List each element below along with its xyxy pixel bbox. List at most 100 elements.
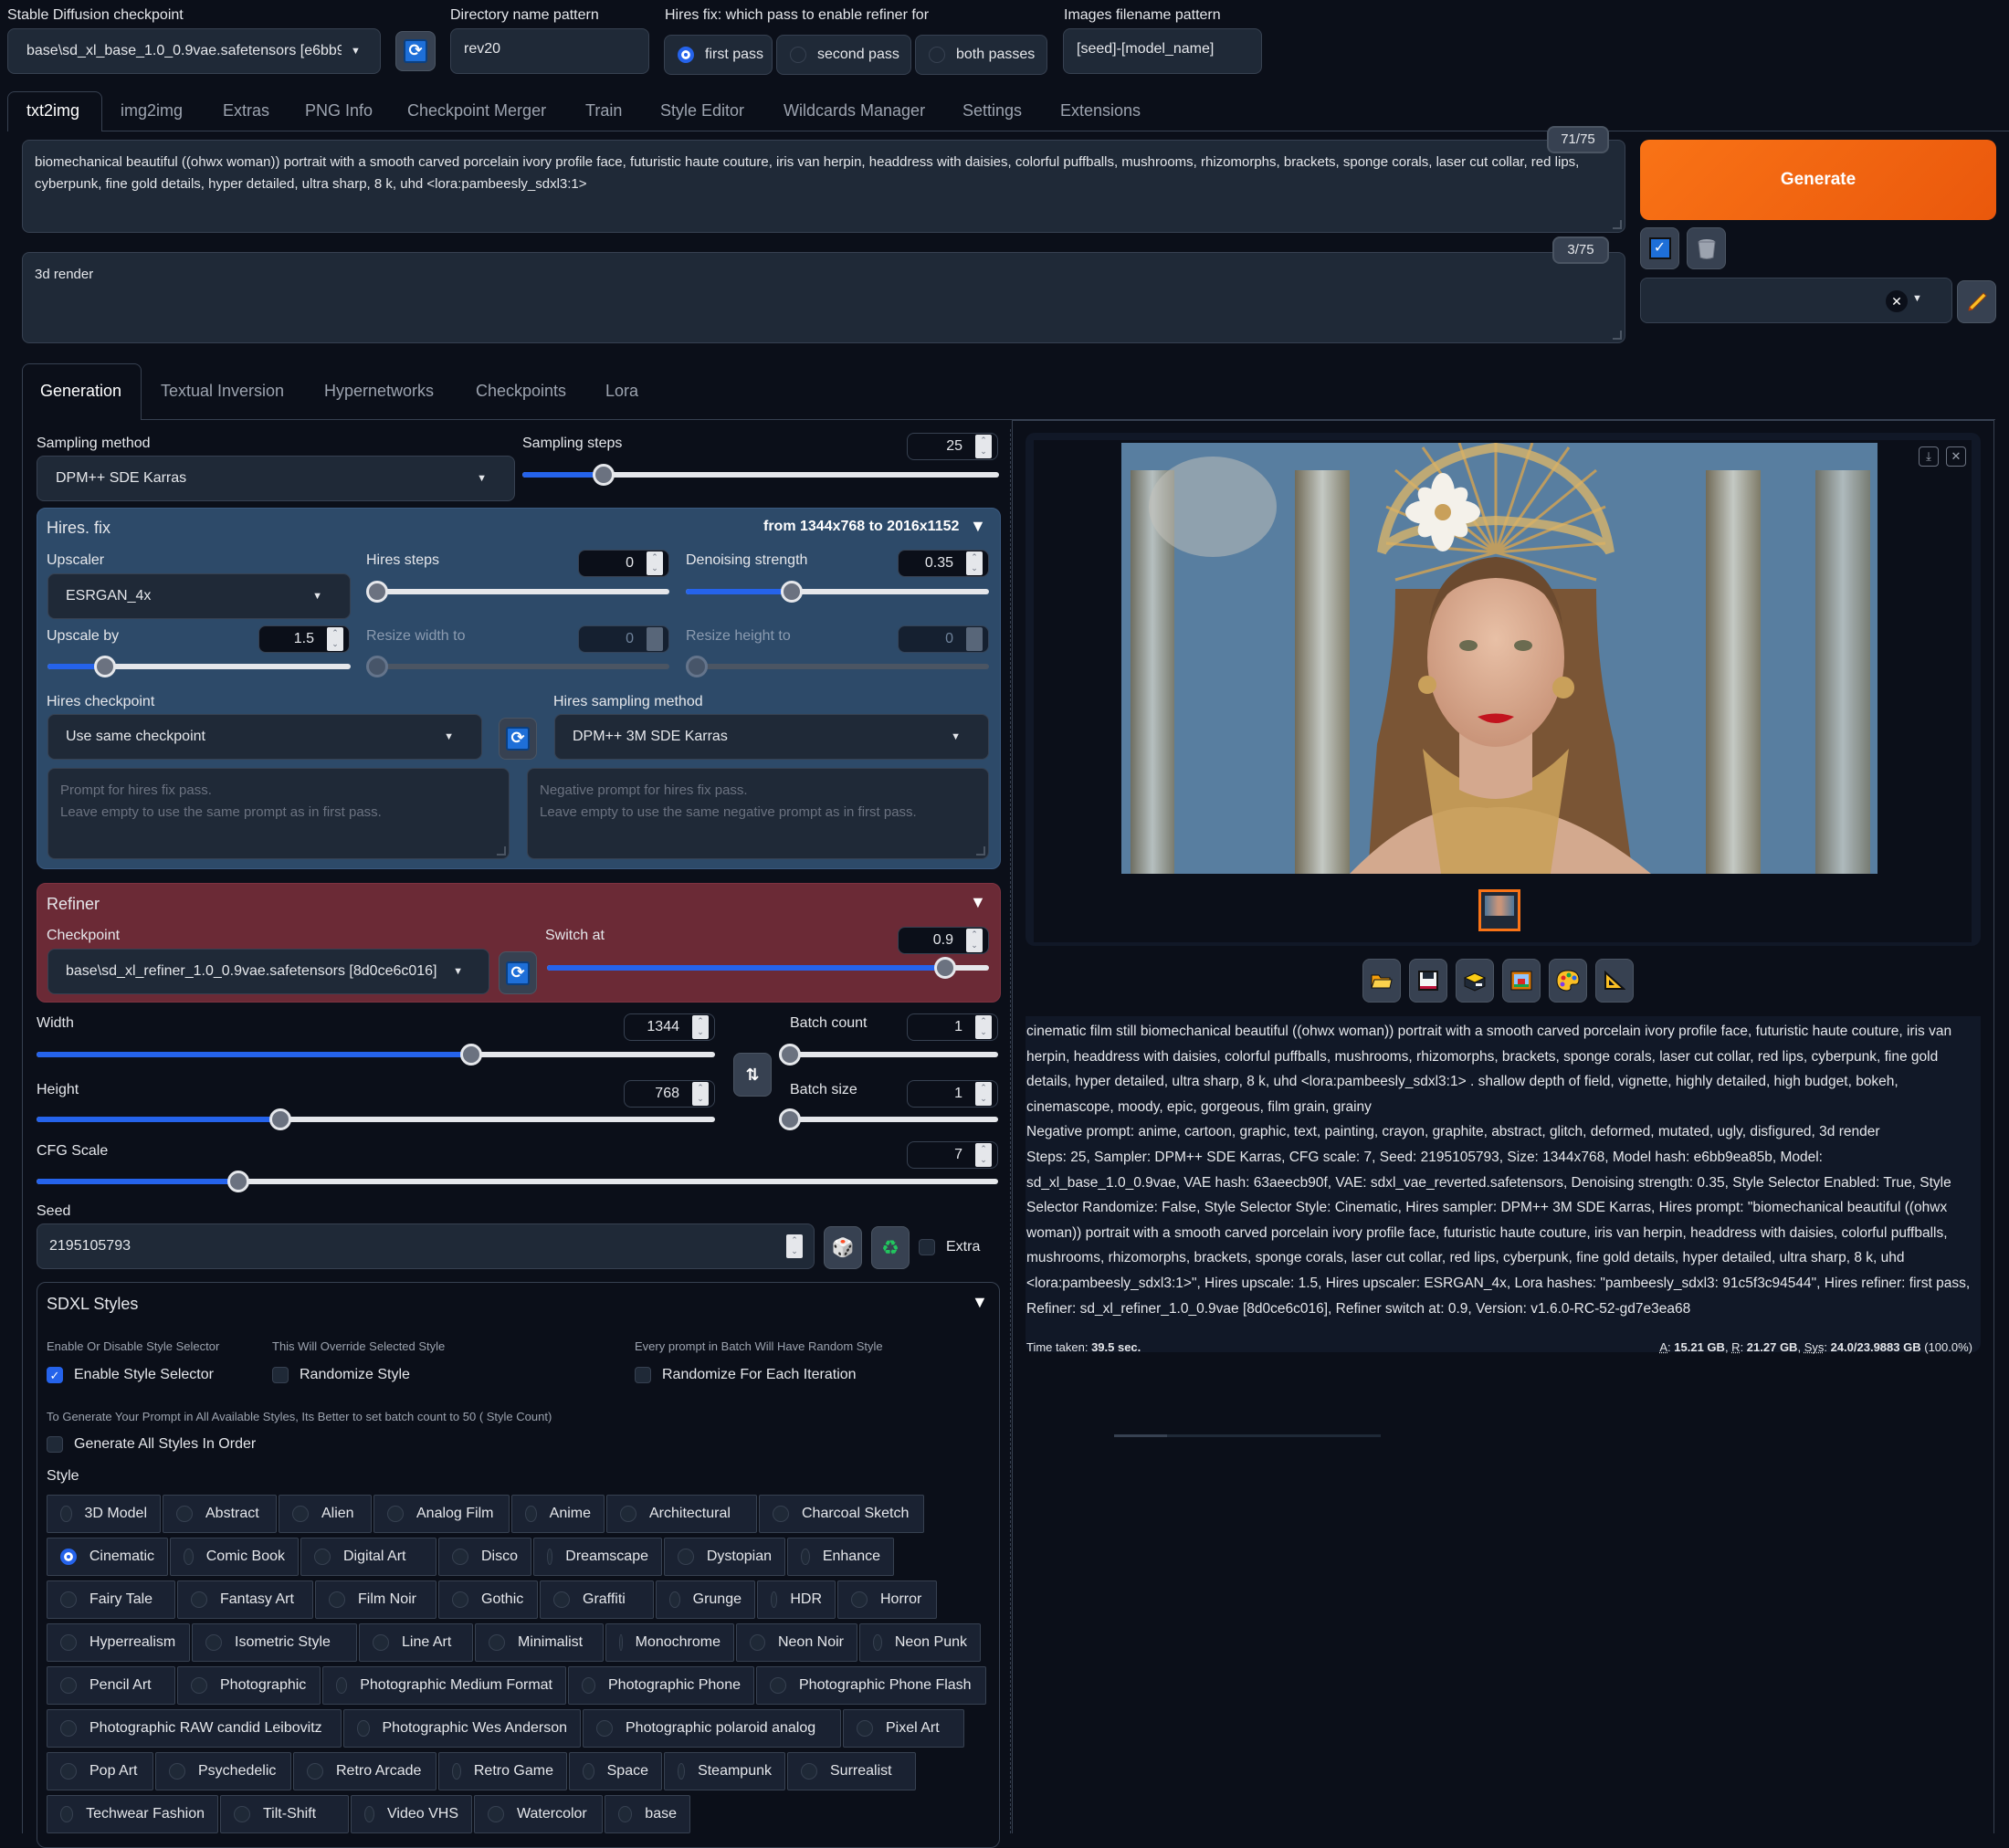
extra-seed-toggle[interactable]: Extra: [919, 1239, 980, 1255]
slider-thumb[interactable]: [933, 957, 956, 979]
sampling-method-dropdown[interactable]: DPM++ SDE Karras ▼: [37, 456, 515, 501]
style-option[interactable]: Photographic Phone: [568, 1666, 754, 1705]
spinner-icon[interactable]: ⌃ ⌄: [692, 1015, 709, 1039]
subtab-textual-inversion[interactable]: Textual Inversion: [161, 382, 284, 401]
randomize-each-checkbox[interactable]: Randomize For Each Iteration: [635, 1367, 857, 1383]
style-option[interactable]: Fairy Tale: [47, 1580, 175, 1619]
negative-prompt-textarea[interactable]: 3d render: [22, 252, 1625, 343]
style-option[interactable]: Watercolor: [474, 1795, 603, 1833]
style-option[interactable]: Digital Art: [300, 1538, 437, 1576]
upscale-by-input[interactable]: 1.5 ⌃ ⌄: [258, 625, 350, 653]
slider-thumb[interactable]: [94, 656, 117, 677]
style-option[interactable]: Photographic polaroid analog: [583, 1709, 841, 1748]
spinner-icon[interactable]: ⌃ ⌄: [647, 551, 663, 575]
close-icon[interactable]: ✕: [1946, 446, 1966, 467]
refiner-checkpoint-dropdown[interactable]: base\sd_xl_refiner_1.0_0.9vae.safetensor…: [47, 949, 489, 994]
tab-png-info[interactable]: PNG Info: [305, 101, 373, 121]
save-button[interactable]: [1409, 959, 1447, 1003]
refiner-pass-second[interactable]: second pass: [776, 35, 911, 75]
style-option[interactable]: Hyperrealism: [47, 1623, 190, 1662]
cfg-input[interactable]: 7 ⌃ ⌄: [907, 1141, 998, 1169]
spinner-icon[interactable]: ⌃ ⌄: [966, 551, 983, 575]
style-option[interactable]: Anime: [511, 1495, 605, 1533]
resize-handle[interactable]: [1613, 331, 1622, 340]
collapse-triangle-icon[interactable]: ▼: [970, 517, 986, 536]
send-to-extras-button[interactable]: [1595, 959, 1634, 1003]
subtab-lora[interactable]: Lora: [605, 382, 638, 401]
style-option[interactable]: Retro Arcade: [293, 1752, 437, 1790]
refresh-checkpoints-button[interactable]: ⟳: [395, 31, 436, 71]
generation-info[interactable]: cinematic film still biomechanical beaut…: [1026, 1019, 1978, 1321]
tab-settings[interactable]: Settings: [962, 101, 1022, 121]
cfg-slider[interactable]: [37, 1171, 998, 1192]
slider-thumb[interactable]: [779, 1044, 801, 1066]
resize-width-input[interactable]: 0 ⌃ ⌄: [578, 625, 669, 653]
randomize-style-checkbox[interactable]: Randomize Style: [272, 1367, 410, 1383]
tab-train[interactable]: Train: [585, 101, 622, 121]
batch-size-slider[interactable]: [779, 1108, 998, 1130]
send-to-img2img-button[interactable]: [1502, 959, 1541, 1003]
tab-extensions[interactable]: Extensions: [1060, 101, 1141, 121]
style-option[interactable]: Charcoal Sketch: [759, 1495, 924, 1533]
switch-at-slider[interactable]: [547, 957, 989, 979]
slider-thumb[interactable]: [227, 1171, 250, 1192]
subtab-checkpoints[interactable]: Checkpoints: [476, 382, 566, 401]
prompt-textarea[interactable]: biomechanical beautiful ((ohwx woman)) p…: [22, 140, 1625, 233]
style-option[interactable]: Alien: [279, 1495, 372, 1533]
reuse-seed-button[interactable]: ♻: [871, 1226, 910, 1269]
style-option[interactable]: Horror: [837, 1580, 937, 1619]
style-option[interactable]: Grunge: [656, 1580, 755, 1619]
tab-style-editor[interactable]: Style Editor: [660, 101, 744, 121]
style-option[interactable]: Comic Book: [170, 1538, 299, 1576]
style-option[interactable]: Photographic: [177, 1666, 321, 1705]
subtab-generation[interactable]: Generation: [40, 382, 121, 401]
width-input[interactable]: 1344 ⌃ ⌄: [624, 1013, 715, 1041]
hires-steps-input[interactable]: 0 ⌃ ⌄: [578, 550, 669, 577]
style-option[interactable]: Surrealist: [787, 1752, 916, 1790]
batch-count-input[interactable]: 1 ⌃ ⌄: [907, 1013, 998, 1041]
style-option[interactable]: Fantasy Art: [177, 1580, 313, 1619]
style-option[interactable]: Isometric Style: [192, 1623, 357, 1662]
resize-width-slider[interactable]: [366, 656, 669, 677]
style-option[interactable]: Photographic Phone Flash: [756, 1666, 986, 1705]
style-option[interactable]: Psychedelic: [155, 1752, 291, 1790]
upscale-by-slider[interactable]: [47, 656, 351, 677]
style-option[interactable]: Line Art: [359, 1623, 473, 1662]
slider-thumb[interactable]: [269, 1108, 292, 1130]
spinner-icon[interactable]: ⌃ ⌄: [692, 1082, 709, 1106]
style-option[interactable]: Dystopian: [664, 1538, 785, 1576]
spinner-icon[interactable]: ⌃ ⌄: [327, 627, 343, 651]
style-option[interactable]: Dreamscape: [533, 1538, 662, 1576]
sampling-steps-input[interactable]: 25 ⌃ ⌄: [907, 433, 998, 460]
swap-dimensions-button[interactable]: ⇅: [733, 1053, 772, 1097]
denoising-slider[interactable]: [686, 581, 989, 603]
resize-handle[interactable]: [976, 846, 985, 856]
slider-thumb[interactable]: [366, 581, 388, 603]
height-slider[interactable]: [37, 1108, 715, 1130]
hires-checkpoint-dropdown[interactable]: Use same checkpoint ▼: [47, 714, 482, 760]
style-option[interactable]: Video VHS: [351, 1795, 472, 1833]
width-slider[interactable]: [37, 1044, 715, 1066]
height-input[interactable]: 768 ⌃ ⌄: [624, 1080, 715, 1108]
spinner-icon[interactable]: ⌃ ⌄: [647, 627, 663, 651]
checkpoint-dropdown[interactable]: base\sd_xl_base_1.0_0.9vae.safetensors […: [7, 28, 381, 74]
clear-x-icon[interactable]: ✕: [1886, 290, 1908, 312]
sampling-steps-slider[interactable]: [522, 464, 999, 486]
style-option[interactable]: Techwear Fashion: [47, 1795, 218, 1833]
batch-size-input[interactable]: 1 ⌃ ⌄: [907, 1080, 998, 1108]
spinner-icon[interactable]: ⌃ ⌄: [975, 1015, 992, 1039]
refresh-hires-checkpoint-button[interactable]: ⟳: [499, 718, 537, 760]
clear-prompt-button[interactable]: [1687, 227, 1726, 269]
batch-count-slider[interactable]: [779, 1044, 998, 1066]
hires-prompt-textarea[interactable]: Prompt for hires fix pass. Leave empty t…: [47, 768, 510, 859]
style-option[interactable]: Cinematic: [47, 1538, 168, 1576]
denoising-input[interactable]: 0.35 ⌃ ⌄: [898, 550, 989, 577]
slider-thumb[interactable]: [592, 464, 615, 486]
sdxl-styles-title[interactable]: SDXL Styles: [47, 1295, 138, 1314]
apply-styles-button[interactable]: ✓: [1640, 227, 1679, 269]
gallery-thumbnail[interactable]: [1478, 889, 1520, 931]
style-option[interactable]: Pixel Art: [843, 1709, 964, 1748]
style-option[interactable]: Tilt-Shift: [220, 1795, 349, 1833]
style-option[interactable]: Architectural: [606, 1495, 757, 1533]
edit-styles-button[interactable]: [1957, 280, 1996, 323]
